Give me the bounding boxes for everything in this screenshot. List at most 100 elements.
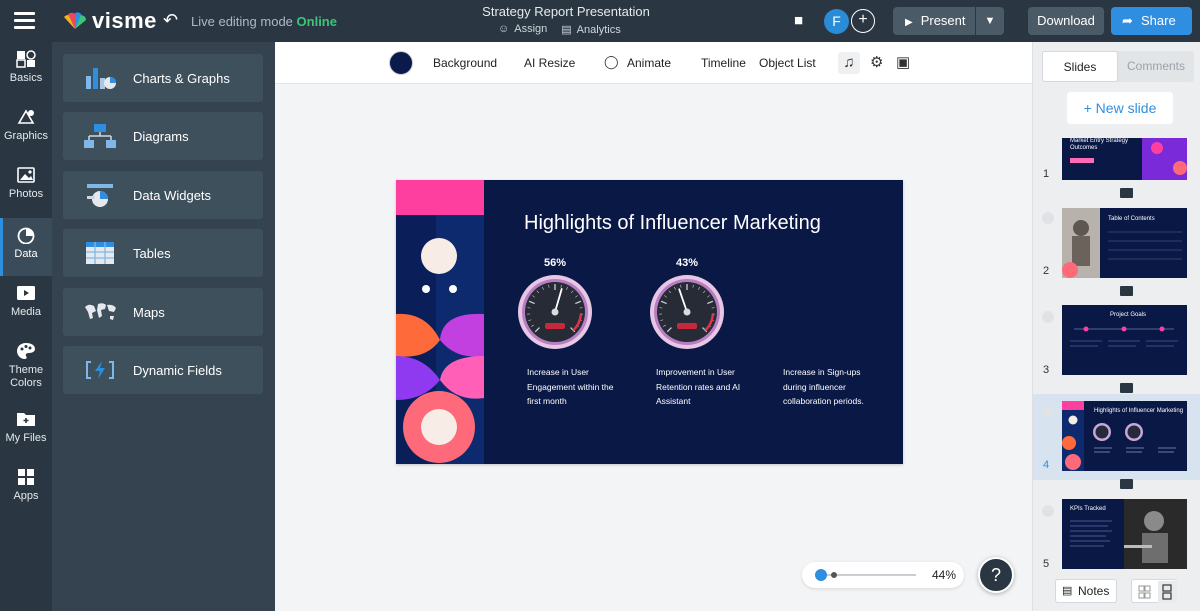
rail-label: Media [11, 306, 41, 318]
slide-number: 5 [1043, 558, 1050, 570]
share-label: Share [1141, 13, 1176, 28]
magic-select-icon[interactable]: ▣ [896, 53, 910, 71]
zoom-marker [831, 572, 837, 578]
share-button[interactable]: ➦ Share [1111, 7, 1192, 35]
tab-comments[interactable]: Comments [1118, 51, 1194, 82]
more-options-icon[interactable] [1042, 505, 1054, 517]
gear-icon[interactable]: ⚙ [870, 53, 883, 71]
slide-thumbnail-row-1[interactable]: 1 Market Entry Strategy Outcomes [1033, 138, 1200, 202]
panel-item-charts-graphs[interactable]: Charts & Graphs [63, 54, 263, 102]
animate-icon[interactable]: ◯ [604, 54, 619, 70]
more-options-icon[interactable] [1042, 212, 1054, 224]
avatar[interactable]: F [824, 9, 849, 34]
help-button[interactable]: ? [978, 557, 1014, 593]
music-icon[interactable]: ♫ [838, 52, 860, 74]
media-icon [17, 286, 35, 300]
notes-button[interactable]: ▤ Notes [1055, 579, 1117, 603]
slide-thumbnail-row-5[interactable]: 5 KPIs Tracked [1033, 494, 1200, 574]
slide-thumbnail-row-3[interactable]: 3 Project Goals [1033, 300, 1200, 396]
panel-item-tables[interactable]: Tables [63, 229, 263, 277]
share-icon: ➦ [1122, 13, 1133, 28]
more-options-icon[interactable] [1042, 406, 1054, 418]
transition-icon[interactable] [1120, 286, 1133, 296]
apps-icon [18, 469, 34, 485]
view-toggle [1131, 579, 1177, 603]
slide-text-2[interactable]: Improvement in User Retention rates and … [656, 365, 756, 409]
online-status: Online [296, 14, 337, 29]
undo-icon[interactable]: ↶ [163, 10, 178, 31]
zoom-value[interactable]: 44% [932, 568, 956, 582]
panel-item-maps[interactable]: Maps [63, 288, 263, 336]
grid-view-icon[interactable] [1132, 580, 1178, 604]
zoom-slider-handle[interactable] [815, 569, 827, 581]
slide-thumbnail-2[interactable]: Table of Contents [1062, 208, 1187, 278]
add-collaborator-icon[interactable]: + [851, 9, 875, 33]
thumbnail-title: Table of Contents [1108, 216, 1155, 222]
slide-thumbnail-row-4[interactable]: 4 Highlights of Influencer Marketing [1033, 394, 1200, 480]
rail-item-graphics[interactable]: Graphics [0, 100, 52, 158]
charts-icon [86, 68, 116, 89]
slide-title[interactable]: Highlights of Influencer Marketing [524, 212, 821, 235]
present-button[interactable]: ▶ Present [893, 7, 975, 35]
pie-chart-icon [17, 227, 35, 244]
animate-button[interactable]: Animate [627, 56, 671, 70]
widgets-icon [87, 184, 113, 207]
rail-item-media[interactable]: Media [0, 276, 52, 334]
thumbnail-title: Project Goals [1110, 312, 1147, 318]
panel-item-data-widgets[interactable]: Data Widgets [63, 171, 263, 219]
canvas-area[interactable]: Highlights of Influencer Marketing 56% 4… [275, 84, 1032, 611]
transition-icon[interactable] [1120, 479, 1133, 489]
menu-icon[interactable] [14, 12, 35, 29]
gauge-percent-2[interactable]: 43% [657, 257, 717, 269]
slide-thumbnail-5[interactable]: KPIs Tracked [1062, 499, 1187, 569]
rail-item-apps[interactable]: Apps [0, 460, 52, 518]
visme-logo[interactable]: visme [62, 8, 157, 34]
rail-label: Photos [8, 188, 44, 200]
new-slide-button[interactable]: + New slide [1067, 92, 1173, 124]
gauge-percent-1[interactable]: 56% [525, 257, 585, 269]
ai-resize-button[interactable]: AI Resize [524, 56, 575, 70]
tab-slides[interactable]: Slides [1042, 51, 1118, 82]
assign-button[interactable]: ☺ Assign [498, 23, 547, 36]
slides-sidebar: Slides Comments + New slide 1 Market Ent… [1032, 42, 1200, 611]
gauge-readout [677, 323, 697, 329]
live-mode-label: Live editing mode [191, 14, 293, 29]
canvas-toolbar: Background AI Resize ◯ Animate Timeline … [275, 42, 1032, 84]
panel-item-label: Charts & Graphs [133, 71, 230, 86]
background-button[interactable]: Background [433, 56, 497, 70]
rail-item-my-files[interactable]: My Files [0, 402, 52, 460]
object-list-button[interactable]: Object List [759, 56, 816, 70]
thumbnail-title: Highlights of Influencer Marketing [1094, 408, 1184, 414]
chevron-down-icon[interactable]: ▼ [976, 7, 1004, 35]
slide-thumbnail-3[interactable]: Project Goals [1062, 305, 1187, 375]
palette-icon [17, 343, 35, 359]
slide-thumbnail-4[interactable]: Highlights of Influencer Marketing [1062, 401, 1187, 471]
rail-label: My Files [5, 432, 47, 444]
comment-icon[interactable]: ■ [794, 12, 803, 29]
rail-item-photos[interactable]: Photos [0, 158, 52, 216]
rail-item-data[interactable]: Data [0, 218, 52, 276]
background-color-swatch[interactable] [389, 51, 413, 75]
timeline-button[interactable]: Timeline [701, 56, 746, 70]
rail-item-theme-colors[interactable]: Theme Colors [0, 334, 52, 400]
slide-thumbnail-row-2[interactable]: 2 Table of Contents [1033, 204, 1200, 300]
gauge-widget-1[interactable] [517, 274, 593, 350]
panel-item-dynamic-fields[interactable]: Dynamic Fields [63, 346, 263, 394]
rail-label: Data [14, 248, 38, 260]
slide-text-1[interactable]: Increase in User Engagement within the f… [527, 365, 627, 409]
map-icon [85, 303, 116, 320]
transition-icon[interactable] [1120, 383, 1133, 393]
panel-item-label: Diagrams [133, 129, 189, 144]
rail-item-basics[interactable]: Basics [0, 42, 52, 100]
download-button[interactable]: Download [1028, 7, 1104, 35]
slide-text-3[interactable]: Increase in Sign-ups during influencer c… [783, 365, 875, 409]
document-title[interactable]: Strategy Report Presentation [460, 4, 672, 19]
slide-thumbnail-1[interactable]: Market Entry Strategy Outcomes [1062, 138, 1187, 180]
panel-item-diagrams[interactable]: Diagrams [63, 112, 263, 160]
more-options-icon[interactable] [1042, 311, 1054, 323]
transition-icon[interactable] [1120, 188, 1133, 198]
slide-canvas[interactable]: Highlights of Influencer Marketing 56% 4… [396, 180, 903, 464]
gauge-widget-2[interactable] [649, 274, 725, 350]
panel-item-label: Data Widgets [133, 188, 212, 203]
analytics-button[interactable]: ▤ Analytics [561, 23, 620, 36]
